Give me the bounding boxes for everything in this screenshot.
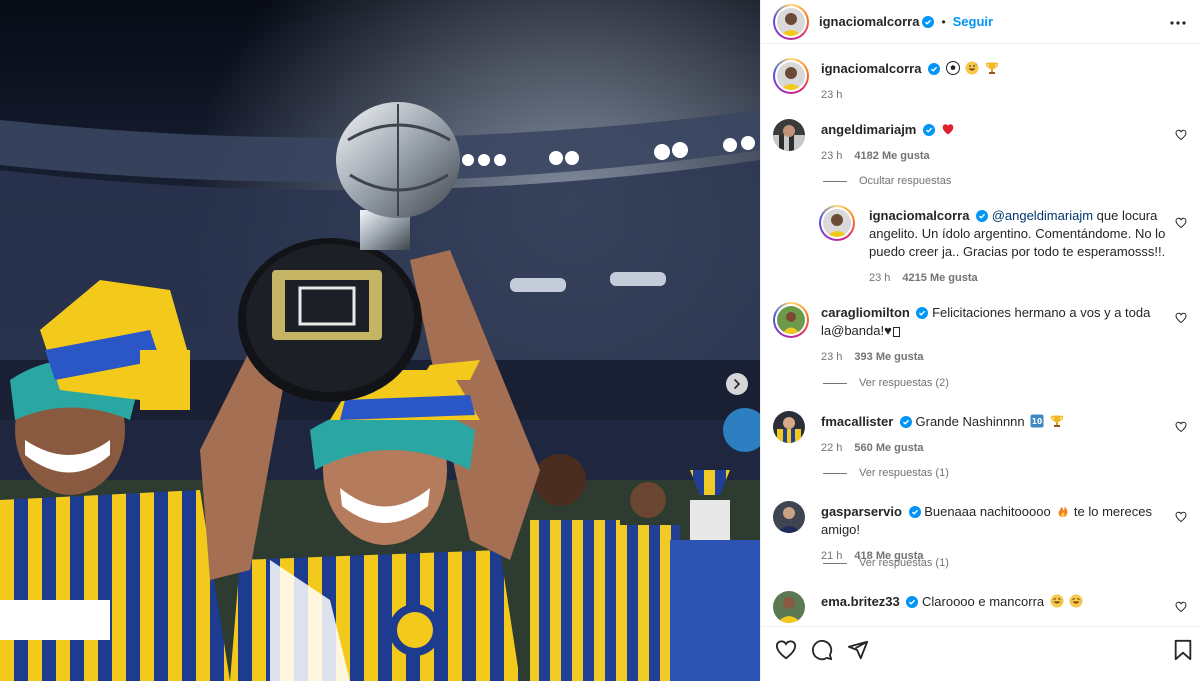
comment-avatar[interactable] bbox=[773, 591, 805, 623]
comment-avatar-ring[interactable] bbox=[773, 302, 809, 338]
comment-username[interactable]: fmacallister bbox=[821, 414, 893, 429]
comment-username[interactable]: angeldimariajm bbox=[821, 122, 916, 137]
comment-avatar[interactable] bbox=[773, 119, 805, 151]
comment-text: Claroooo e mancorra bbox=[922, 594, 1048, 609]
caption-avatar-ring[interactable] bbox=[773, 58, 809, 94]
comment-avatar[interactable] bbox=[773, 411, 805, 443]
comment-item: caragliomilton Felicitaciones hermano a … bbox=[773, 302, 1189, 364]
comment-item: fmacallister Grande Nashinnnn 10 22 h 560… bbox=[773, 411, 1189, 455]
view-replies-link[interactable]: Ver respuestas (2) bbox=[823, 377, 949, 389]
svg-text:10: 10 bbox=[1032, 417, 1042, 426]
reply-username[interactable]: ignaciomalcorra bbox=[869, 208, 969, 223]
caption-time: 23 h bbox=[821, 89, 843, 101]
heart-icon[interactable] bbox=[1175, 129, 1187, 141]
comment-item: ema.britez33 Claroooo e mancorra bbox=[773, 591, 1189, 625]
post-caption: ignaciomalcorra 23 h bbox=[773, 58, 1189, 108]
reply-time: 23 h bbox=[869, 272, 891, 284]
celebration-photo bbox=[0, 0, 760, 681]
comment-likes[interactable]: 560 Me gusta bbox=[854, 442, 923, 454]
comment-item: angeldimariajm 23 h 4182 Me gusta bbox=[773, 119, 1189, 163]
joy-emoji bbox=[1050, 594, 1064, 608]
post-actions-bar bbox=[761, 626, 1200, 681]
comment-time: 22 h bbox=[821, 442, 843, 454]
post-details-panel: ignaciomalcorra • Seguir ignaciomalcorra bbox=[760, 0, 1200, 681]
comment-avatar bbox=[777, 306, 805, 334]
heart-icon[interactable] bbox=[1175, 421, 1187, 433]
heart-icon[interactable] bbox=[1175, 511, 1187, 523]
red-heart-emoji bbox=[942, 124, 953, 135]
grinning-sweat-emoji bbox=[965, 61, 979, 75]
joy-emoji bbox=[1069, 594, 1083, 608]
verified-icon bbox=[923, 124, 935, 136]
comment-username[interactable]: caragliomilton bbox=[821, 305, 910, 320]
comment-time: 23 h bbox=[821, 351, 843, 363]
comment-text: Buenaaa nachitooooo bbox=[924, 504, 1055, 519]
comment-likes[interactable]: 393 Me gusta bbox=[854, 351, 923, 363]
comment-icon[interactable] bbox=[811, 639, 833, 661]
caption-username[interactable]: ignaciomalcorra bbox=[821, 61, 921, 76]
reply-mention[interactable]: @angeldimariajm bbox=[992, 208, 1093, 223]
verified-icon bbox=[928, 63, 941, 75]
missing-glyph-icon bbox=[892, 327, 900, 337]
story-ring[interactable] bbox=[773, 3, 809, 40]
reply-avatar bbox=[823, 209, 851, 237]
heart-icon[interactable] bbox=[1175, 312, 1187, 324]
author-username[interactable]: ignaciomalcorra bbox=[819, 14, 919, 29]
bookmark-icon[interactable] bbox=[1173, 639, 1193, 661]
verified-icon bbox=[906, 596, 919, 608]
author-avatar bbox=[777, 7, 805, 36]
comment-text: Grande Nashinnnn bbox=[915, 414, 1029, 429]
comment-likes[interactable]: 4182 Me gusta bbox=[854, 150, 929, 162]
comment-item: gasparservio Buenaaa nachitooooo te lo m… bbox=[773, 501, 1189, 562]
verified-icon bbox=[922, 15, 935, 28]
heart-icon[interactable] bbox=[1175, 217, 1187, 229]
comment-time: 23 h bbox=[821, 150, 843, 162]
comment-avatar[interactable] bbox=[773, 501, 805, 533]
soccer-ball-emoji bbox=[945, 61, 960, 75]
view-replies-link[interactable]: Ver respuestas (1) bbox=[823, 467, 949, 479]
reply-likes[interactable]: 4215 Me gusta bbox=[902, 272, 977, 284]
separator-dot: • bbox=[941, 14, 946, 29]
verified-icon bbox=[976, 210, 989, 222]
trophy-emoji bbox=[985, 62, 999, 74]
hide-replies-link[interactable]: Ocultar respuestas bbox=[823, 175, 951, 187]
comment-username[interactable]: gasparservio bbox=[821, 504, 902, 519]
caption-avatar bbox=[777, 62, 805, 90]
comments-list[interactable]: ignaciomalcorra 23 h angeldimariajm 23 h… bbox=[761, 45, 1200, 625]
view-replies-link[interactable]: Ver respuestas (1) bbox=[823, 557, 949, 569]
share-icon[interactable] bbox=[847, 639, 869, 661]
verified-icon bbox=[908, 506, 921, 518]
ten-keycap-emoji: 10 bbox=[1030, 414, 1044, 428]
verified-icon bbox=[899, 416, 912, 428]
comment-username[interactable]: ema.britez33 bbox=[821, 594, 900, 609]
heart-icon[interactable] bbox=[775, 639, 797, 661]
reply-item: ignaciomalcorra @angeldimariajm que locu… bbox=[773, 205, 1189, 284]
heart-icon[interactable] bbox=[1175, 601, 1187, 613]
chevron-right-icon bbox=[734, 379, 740, 389]
next-photo-button[interactable] bbox=[726, 373, 748, 395]
fire-emoji bbox=[1058, 506, 1068, 517]
verified-icon bbox=[916, 307, 929, 319]
follow-button[interactable]: Seguir bbox=[953, 14, 993, 29]
reply-avatar-ring[interactable] bbox=[819, 205, 855, 241]
trophy-emoji bbox=[1050, 415, 1063, 427]
post-photo[interactable] bbox=[0, 0, 760, 681]
post-header: ignaciomalcorra • Seguir bbox=[761, 0, 1200, 44]
more-icon[interactable] bbox=[1169, 14, 1187, 32]
